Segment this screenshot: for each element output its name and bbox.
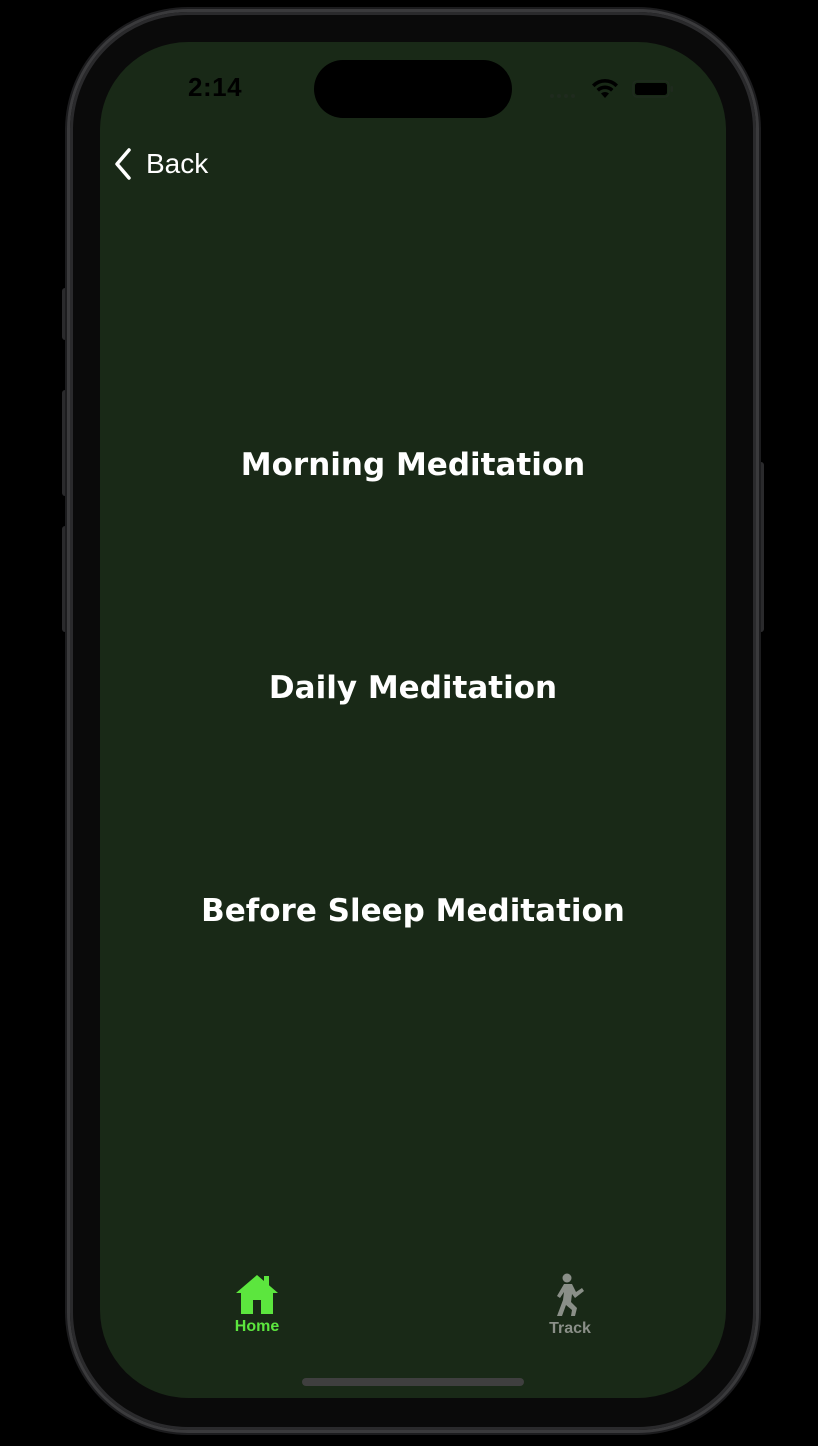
tab-track[interactable]: Track (535, 1272, 605, 1338)
daily-meditation-button[interactable]: Daily Meditation (100, 670, 726, 706)
status-time: 2:14 (188, 72, 243, 102)
walking-figure-icon (557, 1273, 584, 1316)
back-label: Back (146, 148, 209, 179)
before-sleep-meditation-button[interactable]: Before Sleep Meditation (100, 893, 726, 929)
app-screen (100, 42, 726, 1398)
home-indicator[interactable] (302, 1378, 524, 1386)
morning-meditation-button[interactable]: Morning Meditation (100, 447, 726, 483)
action-button (62, 288, 70, 340)
house-icon (236, 1275, 278, 1314)
battery-icon (632, 80, 673, 98)
dynamic-island (314, 60, 512, 118)
volume-down-button (62, 526, 70, 632)
power-button (756, 462, 764, 632)
signal-dots-icon (550, 94, 580, 98)
stage: 2:14 Back Morning Meditation Daily Medit… (0, 0, 818, 1446)
chevron-left-icon (115, 148, 131, 180)
wifi-icon (592, 78, 618, 98)
tab-home-label: Home (234, 1318, 280, 1335)
volume-up-button (62, 390, 70, 496)
tab-home[interactable]: Home (222, 1272, 292, 1336)
back-button[interactable]: Back (112, 144, 208, 184)
tab-track-label: Track (549, 1320, 591, 1337)
